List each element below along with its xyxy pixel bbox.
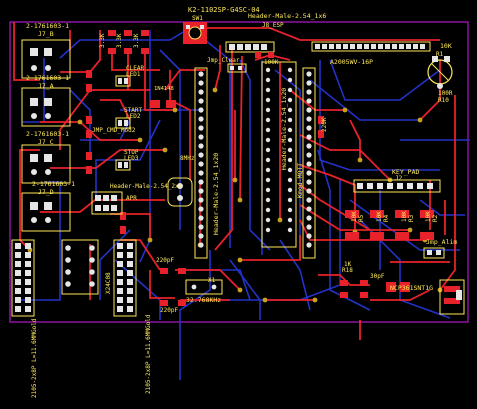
label-a2005: A2005WV-16P: [330, 58, 373, 66]
label-header-2x8-right: 2105-2x8P L=11.6MMGold: [145, 314, 152, 394]
label-ncp361: NCP361SNT1G: [390, 284, 433, 292]
label-j7a-part: 2-1761603-1: [26, 74, 69, 82]
label-led1: LED1: [126, 71, 141, 78]
label-r4: R4: [383, 214, 390, 222]
label-30pf: 30pF: [370, 273, 385, 280]
label-r5: R5: [358, 214, 365, 222]
label-10k-4: 10K: [425, 211, 432, 222]
crystal-32khz: [185, 279, 223, 295]
label-r33k-2: 3.3K: [116, 33, 123, 48]
bottom-traces: [16, 21, 470, 380]
label-32khz: 32.768KHz: [186, 296, 221, 304]
header-a2005: [311, 41, 431, 52]
connector-j7-a: [21, 87, 71, 127]
label-header-2x8-left: 2105-2x8P L=11.6MMGold: [31, 318, 38, 398]
header-j8-esp: [225, 41, 275, 53]
label-header-1x20-a: Header-Male-2.54_1x20: [212, 153, 220, 235]
label-key-j2: J2: [395, 175, 403, 182]
label-sw1-ref: SW1: [192, 15, 203, 22]
label-j7a-ref: J7_A: [38, 82, 54, 90]
label-j7c-part: 2-1761603-1: [26, 130, 69, 138]
label-jmp-clear: Jmp_Clear: [207, 57, 240, 64]
label-esp-module: Kmod-MQTT: [296, 163, 304, 198]
label-header-1x20-b: Header-Male-2.54_1x20: [280, 88, 288, 170]
label-j7c-ref: J7_C: [38, 138, 54, 146]
label-8mhz: 8MHz: [180, 155, 195, 162]
label-r3: R3: [408, 214, 415, 222]
header-2x3: [91, 191, 123, 215]
label-header-top: Header-Male-2.54_1x6: [248, 12, 326, 20]
switch-sw1: [183, 22, 207, 44]
label-r100r: 100R: [438, 90, 453, 97]
header-1x20-right-pads: [306, 71, 312, 248]
header-2x8-right: [113, 239, 137, 317]
label-led3: LED3: [124, 155, 139, 162]
chip-x24c08: [61, 239, 99, 295]
label-r10: R10: [438, 97, 449, 104]
label-led2: LED2: [126, 113, 141, 120]
label-x24c08: X24C08: [105, 272, 112, 294]
label-j7d-ref: J7_D: [38, 188, 54, 196]
label-r18: R18: [342, 267, 353, 274]
label-jmp-alim: Jmp_Alim: [426, 238, 457, 246]
label-pot-r1: R1: [436, 51, 444, 58]
label-apr: APR: [126, 195, 137, 202]
label-j7b-ref: J7_B: [38, 30, 54, 38]
label-pot-10k: 10K: [440, 42, 452, 50]
label-r33k-1: 3.3K: [99, 33, 106, 48]
label-1n4148: 1N4148: [154, 86, 174, 92]
pcb-board: K2-1102SP-G4SC-04 SW1 Header-Male-2.54_1…: [9, 6, 470, 398]
label-220k: 220K: [321, 117, 328, 132]
label-j7d-part: 2-1761603-1: [32, 180, 75, 188]
label-x1: X1: [208, 277, 216, 284]
label-10k-3: 10K: [401, 211, 408, 222]
label-r33k-3: 3.3K: [133, 33, 140, 48]
label-header-top-ref: J8_ESP: [262, 22, 284, 29]
label-100k: 100K: [264, 59, 279, 66]
label-220pf-2: 220pF: [160, 307, 178, 314]
label-j7b-part: 2-1761603-1: [26, 22, 69, 30]
label-header-2x3: Header-Male-2.54_2x3: [110, 183, 183, 190]
label-r2: R2: [432, 214, 439, 222]
label-220pf-1: 220pF: [156, 257, 174, 264]
label-10k-2: 10K: [376, 211, 383, 222]
label-jmp-cmd: JMP_CMD_Mod2: [92, 127, 136, 134]
label-10k-1: 10K: [351, 211, 358, 222]
